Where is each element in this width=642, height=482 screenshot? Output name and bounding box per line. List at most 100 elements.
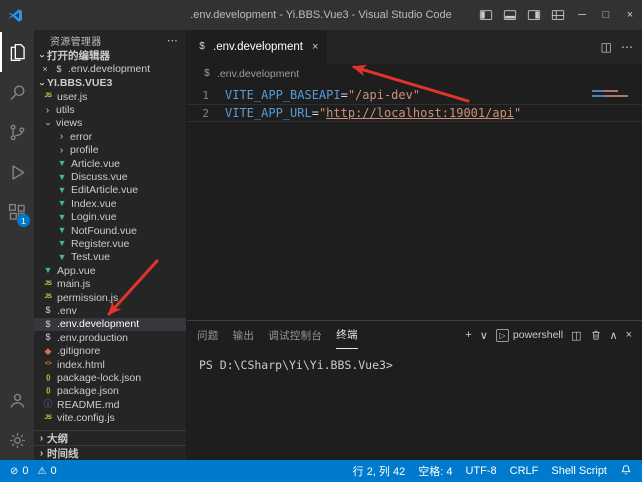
terminal[interactable]: PS D:\CSharp\Yi\Yi.BBS.Vue3>	[187, 349, 642, 460]
timeline-section-header[interactable]: › 时间线	[34, 445, 186, 460]
toggle-secondary-sidebar-icon[interactable]	[522, 0, 546, 30]
warning-icon: ⚠	[38, 466, 47, 477]
panel-tab-终端[interactable]: 终端	[336, 321, 358, 349]
problems-status[interactable]: ⊘ 0 ⚠ 0	[10, 465, 62, 477]
tree-item-notfound.vue[interactable]: ▼NotFound.vue	[34, 224, 186, 237]
maximize-button[interactable]: □	[594, 0, 618, 30]
tree-item-utils[interactable]: ›utils	[34, 103, 186, 116]
toggle-sidebar-icon[interactable]	[474, 0, 498, 30]
tree-item-label: user.js	[57, 91, 87, 103]
vue-file-icon: ▼	[56, 159, 68, 168]
tree-item-error[interactable]: ›error	[34, 130, 186, 143]
tree-item-label: profile	[70, 144, 99, 156]
line-number: 1	[187, 89, 225, 102]
open-editors-header[interactable]: › 打开的编辑器	[34, 48, 186, 62]
customize-layout-icon[interactable]	[546, 0, 570, 30]
outline-section-header[interactable]: › 大纲	[34, 430, 186, 445]
status-indentation[interactable]: 空格: 4	[418, 463, 452, 479]
breadcrumb-file[interactable]: .env.development	[217, 68, 299, 80]
vue-file-icon: ▼	[56, 213, 68, 222]
settings-gear-icon[interactable]	[0, 420, 34, 460]
account-icon[interactable]	[0, 380, 34, 420]
explorer-icon[interactable]	[0, 32, 34, 72]
tree-item-label: Index.vue	[71, 198, 117, 210]
tree-item-package-lock.json[interactable]: {}package-lock.json	[34, 371, 186, 384]
tree-item-package.json[interactable]: {}package.json	[34, 385, 186, 398]
tree-item-views[interactable]: ›views	[34, 117, 186, 130]
tree-item-profile[interactable]: ›profile	[34, 144, 186, 157]
tree-item-index.html[interactable]: <>index.html	[34, 358, 186, 371]
panel-tab-问题[interactable]: 问题	[197, 321, 219, 349]
editor-more-actions-icon[interactable]: ⋯	[621, 40, 633, 54]
tree-item-label: Login.vue	[71, 211, 117, 223]
tree-item-.env.development[interactable]: $.env.development	[34, 318, 186, 331]
tree-item-.env[interactable]: $.env	[34, 304, 186, 317]
terminal-dropdown-icon[interactable]: ∨	[480, 329, 488, 342]
tree-item-article.vue[interactable]: ▼Article.vue	[34, 157, 186, 170]
chevron-right-icon: ›	[42, 105, 53, 116]
project-root-header[interactable]: › YI.BBS.VUE3	[34, 76, 186, 90]
kill-terminal-icon[interactable]	[590, 329, 602, 341]
powershell-icon: ▷	[496, 329, 509, 342]
chevron-down-icon: ›	[43, 119, 54, 130]
tree-item-discuss.vue[interactable]: ▼Discuss.vue	[34, 170, 186, 183]
tree-item-permission.js[interactable]: JSpermission.js	[34, 291, 186, 304]
tree-item-readme.md[interactable]: ⓘREADME.md	[34, 398, 186, 411]
sidebar-more-actions-icon[interactable]: ⋯	[167, 34, 178, 47]
panel-tab-调试控制台[interactable]: 调试控制台	[268, 321, 322, 349]
vue-file-icon: ▼	[56, 226, 68, 235]
status-eol[interactable]: CRLF	[510, 465, 539, 477]
new-terminal-icon[interactable]: +	[465, 329, 471, 341]
breadcrumb[interactable]: $ .env.development	[187, 64, 642, 84]
tree-item-app.vue[interactable]: ▼App.vue	[34, 264, 186, 277]
js-file-icon: JS	[42, 281, 54, 288]
close-panel-icon[interactable]: ×	[626, 329, 632, 341]
json-file-icon: {}	[42, 375, 54, 382]
terminal-profile[interactable]: ▷ powershell	[496, 329, 563, 342]
code-editor[interactable]: 1 VITE_APP_BASEAPI="/api-dev" 2 VITE_APP…	[187, 84, 642, 320]
status-encoding[interactable]: UTF-8	[465, 465, 496, 477]
tree-item-index.vue[interactable]: ▼Index.vue	[34, 197, 186, 210]
close-icon[interactable]: ×	[40, 64, 50, 74]
maximize-panel-icon[interactable]: ∧	[610, 329, 618, 342]
minimap[interactable]	[592, 90, 630, 100]
bottom-panel: 问题输出调试控制台终端 + ∨ ▷ powershell ◫ ∧ ×	[187, 320, 642, 460]
tree-item-vite.config.js[interactable]: JSvite.config.js	[34, 411, 186, 424]
chevron-right-icon: ›	[56, 131, 67, 142]
tab-env-development[interactable]: $ .env.development ×	[187, 30, 327, 64]
source-control-icon[interactable]	[0, 112, 34, 152]
status-cursor-position[interactable]: 行 2, 列 42	[353, 463, 406, 479]
tree-item-label: .env	[57, 305, 77, 317]
toggle-panel-icon[interactable]	[498, 0, 522, 30]
notifications-bell-icon[interactable]	[620, 464, 632, 479]
tree-item-.gitignore[interactable]: ◆.gitignore	[34, 344, 186, 357]
shell-file-icon: $	[53, 65, 65, 74]
vue-file-icon: ▼	[56, 199, 68, 208]
tree-item-register.vue[interactable]: ▼Register.vue	[34, 237, 186, 250]
search-icon[interactable]	[0, 72, 34, 112]
tree-item-editarticle.vue[interactable]: ▼EditArticle.vue	[34, 184, 186, 197]
tree-item-label: package.json	[57, 385, 119, 397]
minimize-button[interactable]: ─	[570, 0, 594, 30]
titlebar-controls: ─ □ ×	[474, 0, 642, 30]
open-editor-item[interactable]: × $ .env.development	[34, 62, 186, 76]
chevron-down-icon: ›	[37, 78, 48, 89]
close-window-button[interactable]: ×	[618, 0, 642, 30]
status-language-mode[interactable]: Shell Script	[551, 465, 607, 477]
tree-item-test.vue[interactable]: ▼Test.vue	[34, 251, 186, 264]
status-bar: ⊘ 0 ⚠ 0 行 2, 列 42 空格: 4 UTF-8 CRLF Shell Scr…	[0, 460, 642, 482]
vue-file-icon: ▼	[42, 266, 54, 275]
tab-close-icon[interactable]: ×	[312, 41, 318, 53]
tree-item-.env.production[interactable]: $.env.production	[34, 331, 186, 344]
run-debug-icon[interactable]	[0, 152, 34, 192]
tree-item-label: permission.js	[57, 292, 118, 304]
extensions-icon[interactable]: 1	[0, 192, 34, 232]
split-editor-icon[interactable]: ◫	[601, 40, 612, 54]
split-terminal-icon[interactable]: ◫	[571, 329, 581, 342]
shell-file-icon: $	[196, 42, 208, 52]
tree-item-login.vue[interactable]: ▼Login.vue	[34, 211, 186, 224]
panel-tab-输出[interactable]: 输出	[233, 321, 255, 349]
tree-item-main.js[interactable]: JSmain.js	[34, 277, 186, 290]
tree-item-user.js[interactable]: JSuser.js	[34, 90, 186, 103]
url-link[interactable]: http://localhost:19001/api	[326, 106, 514, 120]
